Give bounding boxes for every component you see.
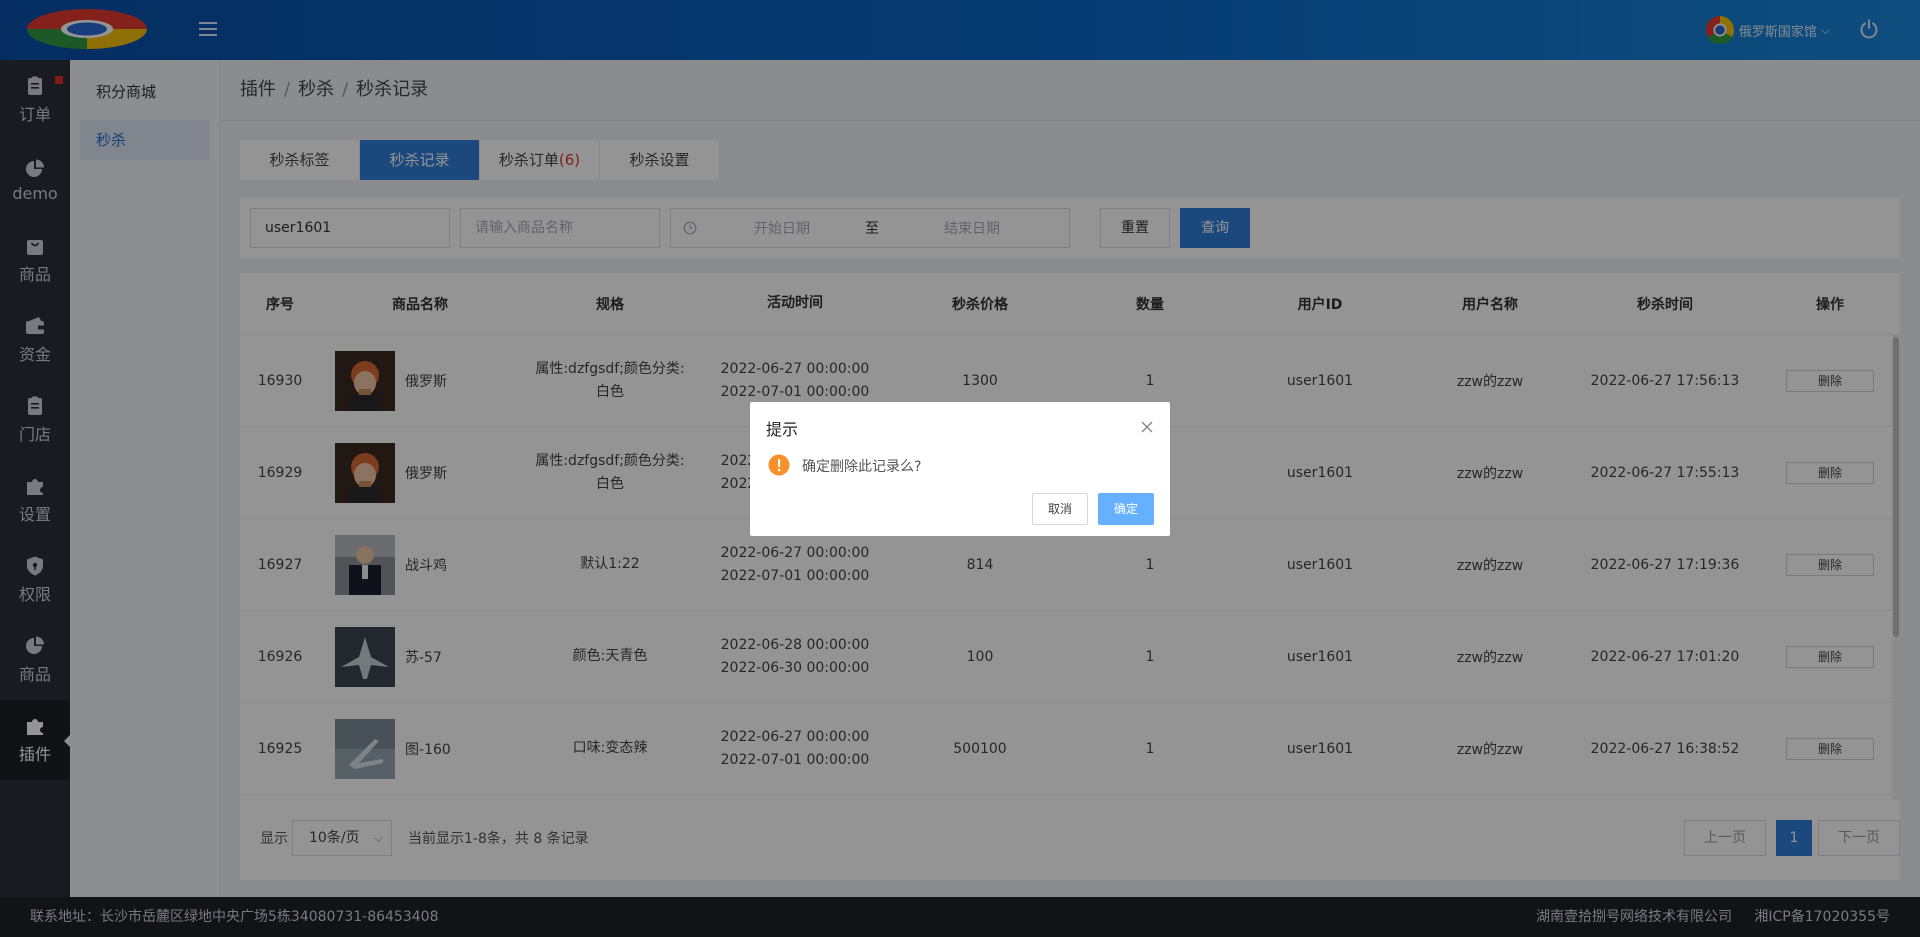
warning-icon bbox=[768, 454, 790, 476]
cancel-button[interactable]: 取消 bbox=[1032, 493, 1088, 525]
dialog-title: 提示 bbox=[766, 420, 799, 439]
dialog-message: 确定删除此记录么? bbox=[802, 459, 922, 475]
confirm-button[interactable]: 确定 bbox=[1098, 493, 1154, 525]
close-icon[interactable] bbox=[1140, 420, 1154, 434]
confirm-dialog: 提示 确定删除此记录么? 取消 确定 bbox=[750, 402, 1170, 536]
